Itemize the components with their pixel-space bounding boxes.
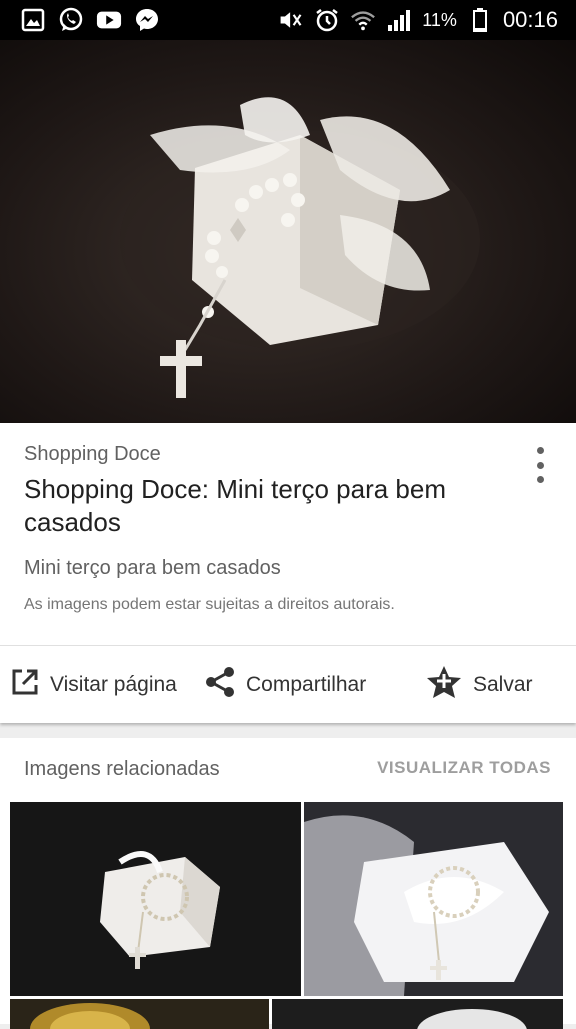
result-card: Shopping Doce Shopping Doce: Mini terço … — [0, 423, 576, 723]
gallery-icon — [20, 7, 46, 33]
related-image-1[interactable] — [10, 802, 301, 996]
related-images-section: Imagens relacionadas VISUALIZAR TODAS — [0, 738, 576, 1029]
battery-level: 11% — [422, 9, 457, 30]
copyright-note: As imagens podem estar sujeitas a direit… — [24, 596, 395, 613]
youtube-icon — [96, 7, 122, 33]
result-title[interactable]: Shopping Doce: Mini terço para bem casad… — [24, 473, 504, 539]
share-button[interactable]: Compartilhar — [204, 646, 366, 723]
related-title: Imagens relacionadas — [24, 758, 220, 780]
messenger-icon — [134, 7, 160, 33]
related-image-3[interactable] — [10, 999, 269, 1029]
save-star-icon — [425, 664, 463, 706]
open-external-icon — [10, 667, 40, 703]
source-name[interactable]: Shopping Doce — [24, 443, 161, 466]
save-button[interactable]: Salvar — [425, 646, 533, 723]
status-bar: 11% 00:16 — [0, 0, 576, 40]
whatsapp-icon — [58, 7, 84, 33]
save-label: Salvar — [473, 672, 533, 696]
view-all-button[interactable]: VISUALIZAR TODAS — [377, 758, 551, 778]
visit-page-button[interactable]: Visitar página — [10, 646, 177, 723]
clock: 00:16 — [502, 7, 558, 32]
battery-icon — [467, 7, 493, 33]
signal-icon — [386, 7, 412, 33]
related-image-4[interactable] — [272, 999, 563, 1029]
wifi-icon — [350, 7, 376, 33]
share-icon — [204, 666, 236, 704]
visit-page-label: Visitar página — [50, 672, 177, 696]
related-image-2[interactable] — [304, 802, 563, 996]
action-bar: Visitar página Compartilhar Salvar — [0, 646, 576, 723]
result-subtitle: Mini terço para bem casados — [24, 557, 281, 579]
main-image[interactable] — [0, 40, 576, 423]
mute-icon — [278, 7, 304, 33]
alarm-icon — [314, 7, 340, 33]
more-vert-icon[interactable] — [530, 447, 550, 483]
share-label: Compartilhar — [246, 672, 367, 696]
